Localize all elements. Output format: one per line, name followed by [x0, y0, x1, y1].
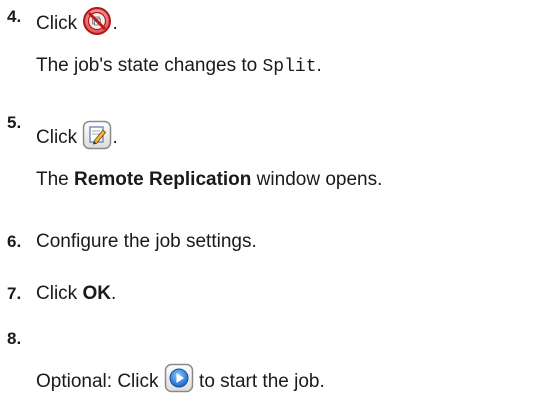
step-label: Click: [36, 13, 78, 34]
step-number: 6.: [7, 232, 22, 251]
window-name: Remote Replication: [74, 169, 252, 190]
step-punct: .: [112, 127, 118, 148]
step-number: 7.: [7, 284, 22, 303]
step-label: Optional: Click: [36, 371, 164, 392]
step-label: Click: [36, 283, 83, 304]
play-icon[interactable]: [164, 363, 194, 393]
split-icon[interactable]: [82, 6, 112, 36]
step-punct: .: [110, 283, 117, 304]
state-code: Split: [262, 57, 317, 77]
ok-label: OK: [82, 283, 111, 304]
step-suffix: to start the job.: [193, 371, 325, 392]
result-text: The job's state changes to: [36, 55, 263, 76]
step-4-result: The job's state changes to Split.: [36, 56, 322, 76]
result-suffix: .: [316, 55, 322, 76]
step-punct: .: [112, 13, 118, 34]
edit-icon[interactable]: [82, 120, 112, 150]
result-text: The: [36, 169, 75, 190]
step-5-action: Click .: [36, 120, 118, 150]
step-8-text: Optional: Click to start the job.: [36, 363, 325, 393]
step-5-result: The Remote Replication window opens.: [36, 170, 382, 189]
step-number: 8.: [7, 329, 22, 348]
step-number: 5.: [7, 113, 22, 132]
step-4-action: Click .: [36, 6, 118, 36]
step-number: 4.: [7, 7, 22, 26]
step-6-text: Configure the job settings.: [36, 231, 257, 252]
result-suffix: window opens.: [251, 169, 383, 190]
step-label: Click: [36, 127, 78, 148]
step-7-text: Click OK.: [36, 284, 116, 303]
